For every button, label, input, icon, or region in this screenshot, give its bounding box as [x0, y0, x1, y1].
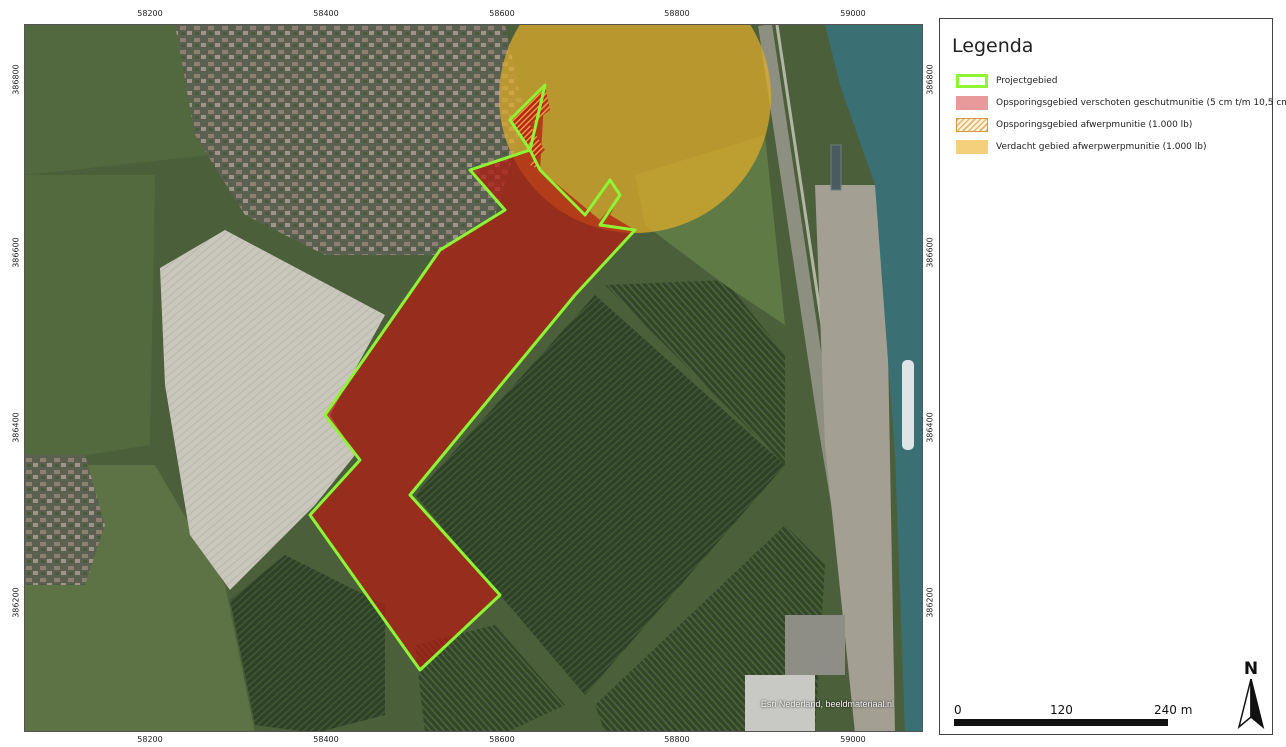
x-tick-top: 58400	[313, 9, 339, 18]
north-arrow-icon	[1237, 679, 1265, 729]
legend-item-artillery-search: Opsporingsgebied verschoten geschutmunit…	[956, 95, 1286, 111]
x-tick-top: 58800	[664, 9, 690, 18]
north-letter: N	[1243, 659, 1259, 679]
y-tick-left: 386200	[11, 587, 21, 618]
legend-item-airdrop-search: Opsporingsgebied afwerpmunitie (1.000 lb…	[956, 117, 1192, 133]
x-tick-top: 59000	[840, 9, 866, 18]
orange-hatch-swatch	[956, 118, 988, 132]
y-tick-right: 386600	[925, 237, 935, 268]
x-tick-top: 58600	[489, 9, 515, 18]
y-tick-left: 386800	[11, 64, 21, 95]
barge	[830, 144, 842, 191]
legend-label: Verdacht gebied afwerpwerpmunitie (1.000…	[996, 142, 1207, 152]
legend-item-airdrop-suspected: Verdacht gebied afwerpwerpmunitie (1.000…	[956, 139, 1207, 155]
map-canvas[interactable]	[25, 25, 923, 732]
scale-segment-dark	[1061, 720, 1167, 725]
x-tick-bottom: 59000	[840, 735, 866, 744]
y-tick-left: 386400	[11, 412, 21, 443]
y-tick-right: 386800	[925, 64, 935, 95]
scale-bar: 0 120 240 m	[954, 703, 1194, 729]
north-arrow: N	[1236, 659, 1266, 729]
legend-panel: Legenda Projectgebied Opsporingsgebied v…	[939, 18, 1286, 735]
legend-title: Legenda	[952, 35, 1034, 57]
y-tick-left: 386600	[11, 237, 21, 268]
red-fill-swatch	[956, 96, 988, 110]
map-frame[interactable]: Esri Nederland, beeldmateriaal.nl	[24, 24, 923, 732]
x-tick-bottom: 58200	[137, 735, 163, 744]
x-tick-bottom: 58400	[313, 735, 339, 744]
x-tick-top: 58200	[137, 9, 163, 18]
x-tick-bottom: 58800	[664, 735, 690, 744]
legend-label: Opsporingsgebied afwerpmunitie (1.000 lb…	[996, 120, 1193, 130]
project-outline-swatch	[956, 74, 988, 88]
map-attribution: Esri Nederland, beeldmateriaal.nl	[760, 699, 894, 709]
scale-segment-dark	[955, 720, 1061, 725]
scale-label-end: 240 m	[1154, 703, 1193, 717]
legend-item-project-area: Projectgebied	[956, 73, 1058, 89]
legend-label: Projectgebied	[996, 76, 1058, 86]
scale-label-start: 0	[954, 703, 962, 717]
farmland-west	[25, 175, 155, 465]
ship	[902, 360, 914, 450]
scale-bar-graphic	[954, 719, 1168, 726]
x-tick-bottom: 58600	[489, 735, 515, 744]
legend-label: Opsporingsgebied verschoten geschutmunit…	[996, 98, 1286, 108]
scale-label-mid: 120	[1050, 703, 1073, 717]
y-tick-right: 386400	[925, 412, 935, 443]
y-tick-right: 386200	[925, 587, 935, 618]
parking-lot	[785, 615, 845, 675]
yellow-fill-swatch	[956, 140, 988, 154]
